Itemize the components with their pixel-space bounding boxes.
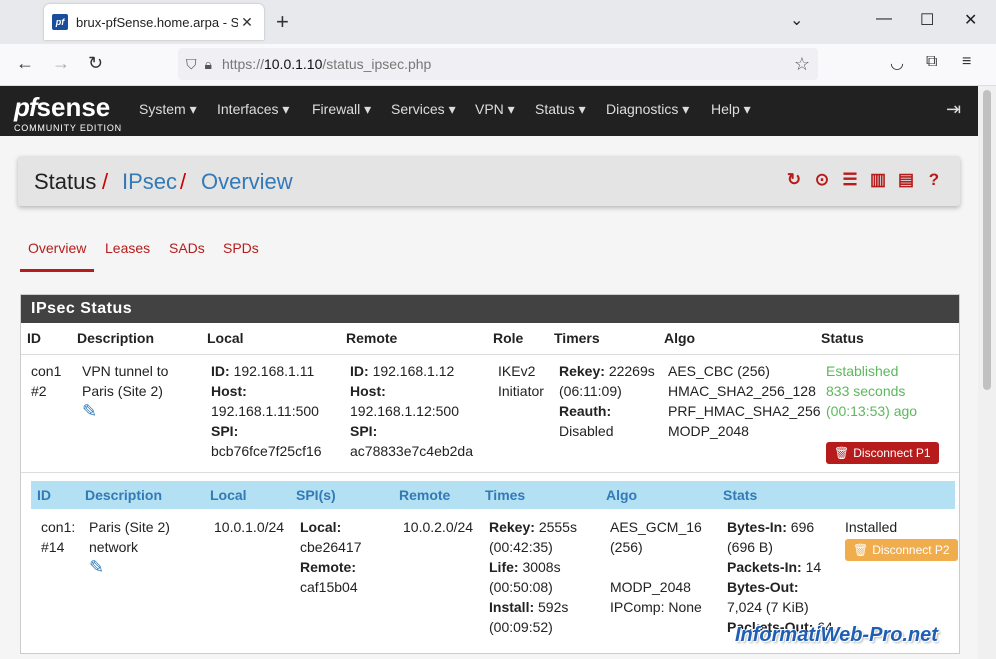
child-col-stats: Stats: [723, 487, 758, 503]
browser-tab[interactable]: pf brux-pfSense.home.arpa - Status ✕: [44, 4, 264, 40]
lock-icon[interactable]: 🔒︎: [205, 56, 212, 73]
help-icon[interactable]: ?: [924, 170, 944, 190]
child-col-times: Times: [485, 487, 526, 503]
url-prefix: https://: [221, 56, 264, 72]
menu-status[interactable]: Status ▾: [535, 101, 586, 118]
p2-remote: 10.0.2.0/24: [403, 519, 474, 535]
menu-vpn[interactable]: VPN ▾: [475, 101, 515, 118]
trash-icon: 🗑︎: [853, 543, 869, 557]
ipsec-status-panel: IPsec Status ID Description Local Remote…: [20, 294, 960, 654]
child-col-description: Description: [85, 487, 163, 503]
restart-service-icon[interactable]: ↻: [784, 170, 804, 190]
col-id: ID: [27, 330, 41, 346]
watermark: InformatiWeb-Pro.net: [735, 624, 938, 646]
page-scrollbar[interactable]: [978, 86, 996, 659]
col-remote: Remote: [346, 330, 398, 346]
breadcrumb: Status / IPsec / Overview ↻ ⊙ ☰ ▥ ▤ ?: [18, 156, 960, 206]
disconnect-p2-button[interactable]: 🗑︎ Disconnect P2: [845, 539, 958, 561]
col-role: Role: [493, 330, 524, 346]
child-sa-header: ID Description Local SPI(s) Remote Times…: [31, 481, 955, 509]
disconnect-p1-button[interactable]: 🗑︎ Disconnect P1: [826, 442, 939, 464]
col-timers: Timers: [554, 330, 600, 346]
logo-edition: COMMUNITY EDITION: [14, 123, 122, 133]
tab-list-chevron-icon[interactable]: ⌄: [790, 10, 803, 30]
logs-list-icon[interactable]: ▤: [896, 170, 916, 190]
col-local: Local: [207, 330, 244, 346]
p1-local: ID: 192.168.1.11 Host: 192.168.1.11:500 S…: [211, 363, 322, 459]
col-description: Description: [77, 330, 155, 346]
p1-status: Established 833 seconds (00:13:53) ago: [826, 363, 918, 419]
pocket-icon[interactable]: ◡: [890, 53, 904, 73]
bookmark-star-icon[interactable]: ☆: [794, 54, 810, 75]
pfsense-logo[interactable]: pfsense COMMUNITY EDITION: [14, 92, 121, 133]
col-algo: Algo: [664, 330, 696, 346]
pfsense-navbar: pfsense COMMUNITY EDITION System ▾ Inter…: [0, 86, 978, 136]
breadcrumb-ipsec[interactable]: IPsec: [122, 169, 177, 195]
child-col-local: Local: [210, 487, 247, 503]
forward-icon[interactable]: →: [52, 53, 70, 74]
p1-algo: AES_CBC (256) HMAC_SHA2_256_128 PRF_HMAC_…: [668, 363, 821, 439]
pfsense-favicon-icon: pf: [52, 14, 68, 30]
p1-remote: ID: 192.168.1.12 Host: 192.168.1.12:500 S…: [350, 363, 474, 459]
edit-p2-pencil-icon[interactable]: ✎: [89, 557, 104, 578]
back-icon[interactable]: ←: [16, 53, 34, 74]
active-tab-indicator: [20, 269, 94, 272]
window-close-icon[interactable]: ✕: [964, 10, 977, 30]
p2-id: con1: #14: [41, 519, 76, 555]
stop-service-icon[interactable]: ⊙: [812, 170, 832, 190]
breadcrumb-actions: ↻ ⊙ ☰ ▥ ▤ ?: [784, 170, 944, 190]
menu-hamburger-icon[interactable]: ≡: [962, 53, 971, 71]
col-status: Status: [821, 330, 864, 346]
menu-diagnostics[interactable]: Diagnostics ▾: [606, 101, 689, 118]
new-tab-icon[interactable]: +: [276, 9, 289, 35]
browser-tabstrip: pf brux-pfSense.home.arpa - Status ✕ + ⌄…: [0, 0, 996, 44]
child-col-remote: Remote: [399, 487, 451, 503]
menu-firewall[interactable]: Firewall ▾: [312, 101, 371, 118]
reload-icon[interactable]: ↻: [88, 53, 103, 74]
menu-help[interactable]: Help ▾: [711, 101, 751, 118]
tab-overview[interactable]: Overview: [28, 240, 86, 256]
p2-local: 10.0.1.0/24: [214, 519, 285, 535]
tab-title: brux-pfSense.home.arpa - Status: [76, 14, 238, 30]
p2-stats: Bytes-In: 696 (696 B) Packets-In: 14 Byte…: [727, 519, 833, 635]
p1-id: con1 #2: [31, 363, 62, 399]
logout-icon[interactable]: ⇥: [946, 99, 961, 120]
menu-services[interactable]: Services ▾: [391, 101, 456, 118]
menu-interfaces[interactable]: Interfaces ▾: [217, 101, 289, 118]
tab-spds[interactable]: SPDs: [223, 240, 259, 256]
p2-status: Installed: [845, 519, 898, 535]
p2-description: Paris (Site 2) network: [89, 519, 170, 555]
minimize-icon[interactable]: —: [876, 10, 892, 28]
status-graph-icon[interactable]: ▥: [868, 170, 888, 190]
edit-p1-pencil-icon[interactable]: ✎: [82, 401, 97, 422]
p1-role: IKEv2 Initiator: [498, 363, 544, 399]
child-col-spis: SPI(s): [296, 487, 336, 503]
p1-description: VPN tunnel to Paris (Site 2): [82, 363, 169, 399]
browser-navbar: ← → ↻ ⛉ 🔒︎ https:// 10.0.1.10 /status_ip…: [0, 44, 996, 86]
url-path: /status_ipsec.php: [322, 56, 432, 72]
maximize-icon[interactable]: ☐: [920, 10, 934, 30]
settings-sliders-icon[interactable]: ☰: [840, 170, 860, 190]
child-col-algo: Algo: [606, 487, 638, 503]
panel-title: IPsec Status: [21, 295, 959, 323]
p2-algo: AES_GCM_16 (256) MODP_2048 IPComp: None: [610, 519, 702, 615]
breadcrumb-overview[interactable]: Overview: [201, 169, 293, 195]
child-col-id: ID: [37, 487, 51, 503]
scrollbar-thumb[interactable]: [983, 90, 991, 390]
breadcrumb-status: Status: [34, 169, 97, 194]
url-bar[interactable]: ⛉ 🔒︎ https:// 10.0.1.10 /status_ipsec.ph…: [178, 48, 818, 80]
p2-spis: Local: cbe26417 Remote: caf15b04: [300, 519, 362, 595]
close-tab-icon[interactable]: ✕: [238, 14, 256, 31]
tab-leases[interactable]: Leases: [105, 240, 150, 256]
p1-timers: Rekey: 22269s (06:11:09) Reauth: Disable…: [559, 363, 655, 439]
main-content: Status / IPsec / Overview ↻ ⊙ ☰ ▥ ▤ ? Ov…: [0, 136, 978, 659]
url-host: 10.0.1.10: [263, 56, 323, 72]
tab-sads[interactable]: SADs: [169, 240, 205, 256]
shield-icon[interactable]: ⛉: [186, 56, 197, 73]
menu-system[interactable]: System ▾: [139, 101, 197, 118]
trash-icon: 🗑︎: [834, 446, 850, 460]
p2-times: Rekey: 2555s (00:42:35) Life: 3008s (00:50…: [489, 519, 577, 635]
extensions-icon[interactable]: ⧉: [926, 53, 937, 71]
